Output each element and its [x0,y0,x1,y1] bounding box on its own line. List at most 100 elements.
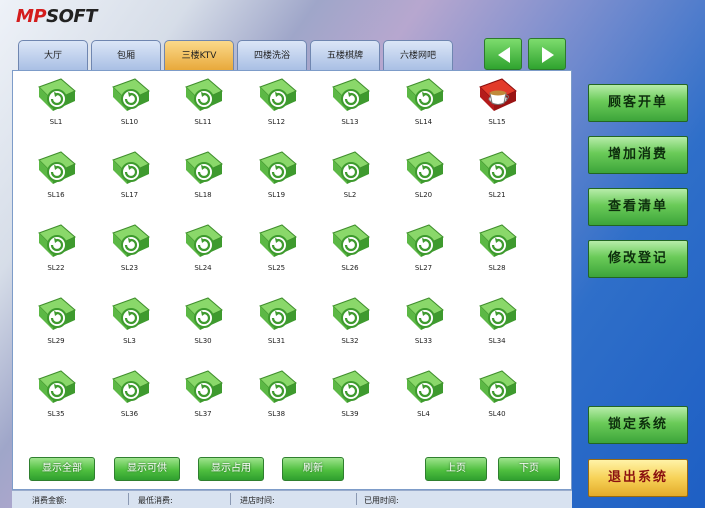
room-label: SL34 [488,337,506,345]
free-room-icon [258,78,297,111]
room-free[interactable]: SL1 [31,75,81,131]
room-free[interactable]: SL32 [325,294,375,350]
free-room-icon [405,151,444,184]
show-available-button[interactable]: 显示可供 [114,457,180,481]
arrow-left-icon [498,47,510,63]
room-free[interactable]: SL40 [472,367,522,423]
room-label: SL37 [194,410,212,418]
room-occupied[interactable]: SL15 [472,75,522,131]
open-order-button[interactable]: 顾客开单 [588,84,688,122]
room-free[interactable]: SL16 [31,148,81,204]
room-label: SL11 [194,118,212,126]
room-free[interactable]: SL11 [178,75,228,131]
next-page-button[interactable]: 下页 [498,457,560,481]
show-occupied-button[interactable]: 显示占用 [198,457,264,481]
tab-5f-chess[interactable]: 五楼棋牌 [310,40,380,70]
exit-system-button[interactable]: 退出系统 [588,459,688,497]
room-free[interactable]: SL34 [472,294,522,350]
free-room-icon [185,297,223,330]
room-free[interactable]: SL26 [325,221,375,277]
free-room-icon [332,78,370,111]
tab-3f-ktv[interactable]: 三楼KTV [164,40,234,70]
room-free[interactable]: SL18 [178,148,228,204]
tab-6f-netcafe[interactable]: 六楼网吧 [383,40,453,70]
room-label: SL33 [414,337,433,345]
free-room-icon [405,224,444,257]
tab-hall[interactable]: 大厅 [18,40,88,70]
room-free[interactable]: SL38 [252,367,302,423]
view-list-button[interactable]: 查看清单 [588,188,688,226]
room-free[interactable]: SL24 [178,221,228,277]
room-free[interactable]: SL23 [105,221,155,277]
free-room-icon [479,151,517,184]
show-all-button[interactable]: 显示全部 [29,457,95,481]
room-free[interactable]: SL31 [252,294,302,350]
room-label: SL19 [267,191,286,199]
room-free[interactable]: SL27 [399,221,449,277]
room-free[interactable]: SL19 [252,148,302,204]
room-free[interactable]: SL36 [105,367,155,423]
room-free[interactable]: SL35 [31,367,81,423]
room-free[interactable]: SL10 [105,75,155,131]
tab-4f-bath[interactable]: 四楼洗浴 [237,40,307,70]
room-label: SL14 [414,118,433,126]
room-label: SL13 [341,118,359,126]
room-free[interactable]: SL33 [399,294,449,350]
status-divider [128,493,129,505]
room-grid-panel: 显示全部 显示可供 显示占用 刷新 上页 下页 SL1 SL10 SL11 SL12 S… [12,70,572,490]
room-free[interactable]: SL30 [178,294,228,350]
room-free[interactable]: SL4 [399,367,449,423]
room-label: SL3 [123,337,136,345]
free-room-icon [38,151,76,184]
app-logo: MPSOFT [16,6,97,27]
room-label: SL26 [341,264,359,272]
tab-scroll-left-button[interactable] [484,38,522,70]
free-room-icon [332,224,370,257]
modify-registration-button[interactable]: 修改登记 [588,240,688,278]
free-room-icon [185,224,223,257]
tab-private-room[interactable]: 包厢 [91,40,161,70]
room-label: SL2 [343,191,357,199]
free-room-icon [332,370,370,403]
room-label: SL17 [120,191,139,199]
room-free[interactable]: SL28 [472,221,522,277]
room-label: SL12 [267,118,286,126]
room-label: SL24 [194,264,212,272]
room-free[interactable]: SL29 [31,294,81,350]
room-label: SL35 [47,410,65,418]
prev-page-button[interactable]: 上页 [425,457,487,481]
room-label: SL31 [267,337,286,345]
room-free[interactable]: SL2 [325,148,375,204]
room-free[interactable]: SL39 [325,367,375,423]
room-label: SL4 [417,410,430,418]
room-label: SL21 [488,191,506,199]
refresh-button[interactable]: 刷新 [282,457,344,481]
free-room-icon [185,151,223,184]
room-free[interactable]: SL3 [105,294,155,350]
free-room-icon [405,78,444,111]
room-label: SL30 [194,337,212,345]
room-free[interactable]: SL25 [252,221,302,277]
room-free[interactable]: SL17 [105,148,155,204]
room-free[interactable]: SL21 [472,148,522,204]
occupied-room-icon [479,78,517,111]
room-free[interactable]: SL37 [178,367,228,423]
tab-scroll-right-button[interactable] [528,38,566,70]
room-free[interactable]: SL22 [31,221,81,277]
free-room-icon [111,151,150,184]
room-free[interactable]: SL13 [325,75,375,131]
room-free[interactable]: SL12 [252,75,302,131]
free-room-icon [185,370,223,403]
room-label: SL28 [488,264,506,272]
lock-system-button[interactable]: 锁定系统 [588,406,688,444]
room-free[interactable]: SL14 [399,75,449,131]
add-consumption-button[interactable]: 增加消费 [588,136,688,174]
room-free[interactable]: SL20 [399,148,449,204]
room-label: SL15 [488,118,506,126]
room-label: SL32 [341,337,359,345]
room-label: SL16 [47,191,65,199]
room-label: SL10 [120,118,139,126]
room-label: SL18 [194,191,212,199]
room-label: SL36 [120,410,139,418]
room-label: SL38 [267,410,286,418]
